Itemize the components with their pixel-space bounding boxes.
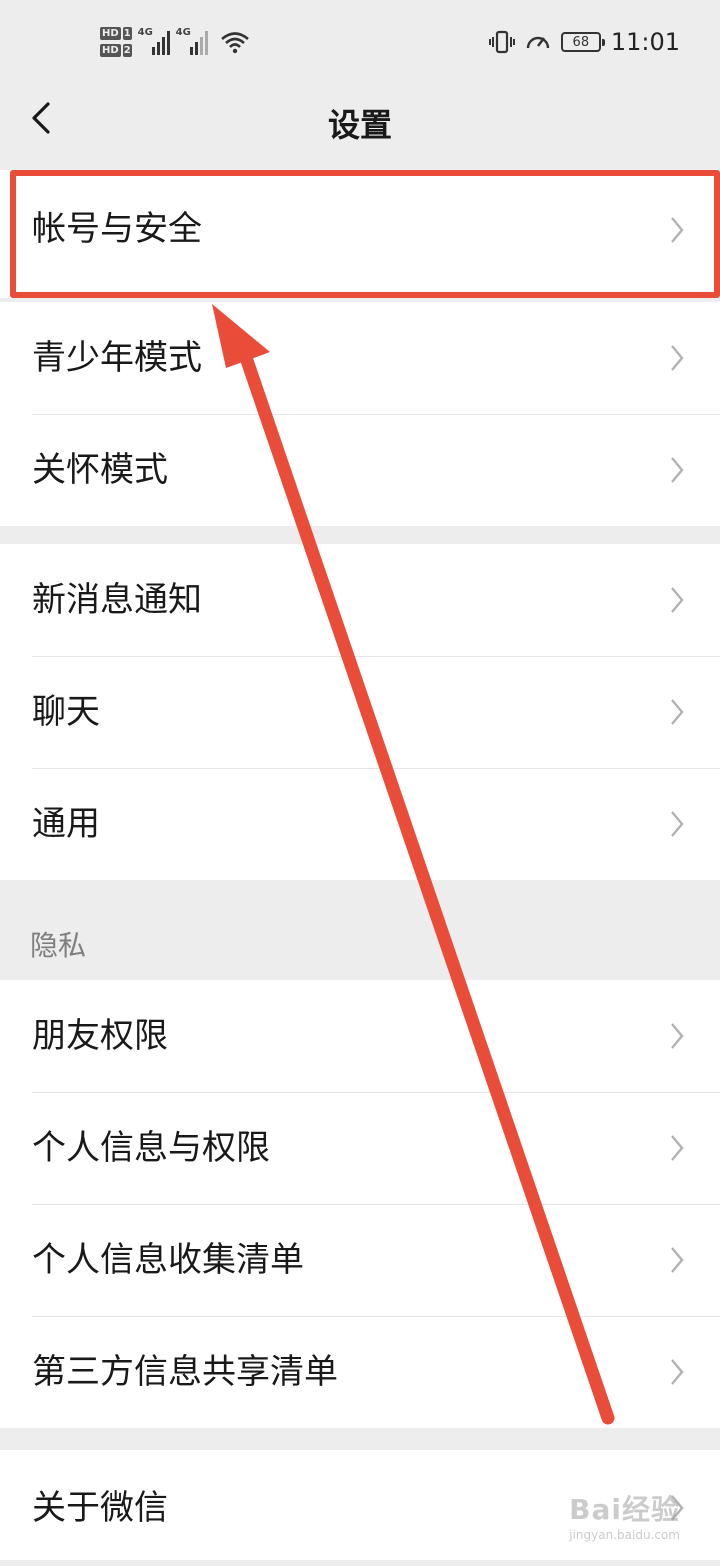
status-bar: HD 1 HD 2 4G 4G 68 11:01 <box>0 0 720 84</box>
signal-icon-2: 4G <box>175 27 208 55</box>
sim-indicators: HD 1 HD 2 <box>100 27 132 57</box>
battery-level: 68 <box>572 34 590 50</box>
chevron-right-icon <box>671 345 684 371</box>
settings-item-label: 个人信息与权限 <box>32 1128 270 1168</box>
settings-item-info-collection-list[interactable]: 个人信息收集清单 <box>0 1204 720 1316</box>
sim1-indicator: HD 1 <box>100 27 132 40</box>
settings-group-general: 新消息通知 聊天 通用 <box>0 544 720 880</box>
network2-label: 4G <box>175 27 191 38</box>
settings-item-general[interactable]: 通用 <box>0 768 720 880</box>
chevron-right-icon <box>671 587 684 613</box>
wifi-icon <box>220 32 249 54</box>
chevron-right-icon <box>671 811 684 837</box>
settings-item-label: 青少年模式 <box>32 338 202 378</box>
sim2-indicator: HD 2 <box>100 44 132 57</box>
settings-item-notifications[interactable]: 新消息通知 <box>0 544 720 656</box>
network1-label: 4G <box>137 27 153 38</box>
page-title: 设置 <box>327 106 392 144</box>
chevron-right-icon <box>671 217 684 243</box>
battery-icon: 68 <box>560 32 605 52</box>
chevron-right-icon <box>671 1359 684 1385</box>
watermark: Bai经验 jingyan.baidu.com <box>569 1488 680 1542</box>
settings-item-account-security[interactable]: 帐号与安全 <box>0 170 720 298</box>
settings-item-label: 关于微信 <box>32 1488 168 1528</box>
status-time: 11:01 <box>610 28 680 56</box>
settings-item-label: 帐号与安全 <box>32 209 202 249</box>
signal-icon: 4G <box>137 27 170 55</box>
nav-bar: 设置 <box>0 84 720 166</box>
settings-item-label: 个人信息收集清单 <box>32 1240 304 1280</box>
settings-item-third-party-sharing-list[interactable]: 第三方信息共享清单 <box>0 1316 720 1428</box>
settings-item-label: 朋友权限 <box>32 1016 168 1056</box>
sim2-tag: HD <box>100 44 121 57</box>
section-header-label: 隐私 <box>30 929 87 962</box>
settings-item-teen-mode[interactable]: 青少年模式 <box>0 302 720 414</box>
settings-group-privacy: 朋友权限 个人信息与权限 个人信息收集清单 第三方信息共享清单 <box>0 980 720 1428</box>
sim1-num: 1 <box>122 27 132 40</box>
settings-group-account: 帐号与安全 <box>0 170 720 298</box>
chevron-right-icon <box>671 699 684 725</box>
section-header-privacy: 隐私 <box>0 884 720 978</box>
status-left: HD 1 HD 2 4G 4G <box>100 20 250 64</box>
chevron-right-icon <box>671 457 684 483</box>
settings-item-label: 第三方信息共享清单 <box>32 1352 338 1392</box>
settings-item-care-mode[interactable]: 关怀模式 <box>0 414 720 526</box>
settings-item-chat[interactable]: 聊天 <box>0 656 720 768</box>
vibrate-icon <box>488 30 515 54</box>
settings-item-label: 通用 <box>32 804 100 844</box>
sim2-num: 2 <box>122 44 132 57</box>
settings-item-label: 关怀模式 <box>32 450 168 490</box>
speed-icon <box>526 36 550 49</box>
sim1-tag: HD <box>100 27 121 40</box>
settings-item-label: 聊天 <box>32 692 100 732</box>
chevron-right-icon <box>671 1023 684 1049</box>
status-right: 68 11:01 <box>488 22 680 62</box>
watermark-url: jingyan.baidu.com <box>569 1528 680 1542</box>
settings-item-personal-info-permissions[interactable]: 个人信息与权限 <box>0 1092 720 1204</box>
settings-item-friend-permissions[interactable]: 朋友权限 <box>0 980 720 1092</box>
chevron-right-icon <box>671 1135 684 1161</box>
chevron-right-icon <box>671 1247 684 1273</box>
watermark-logo: Bai经验 <box>569 1493 680 1526</box>
settings-item-label: 新消息通知 <box>32 580 202 620</box>
settings-group-modes: 青少年模式 关怀模式 <box>0 302 720 526</box>
